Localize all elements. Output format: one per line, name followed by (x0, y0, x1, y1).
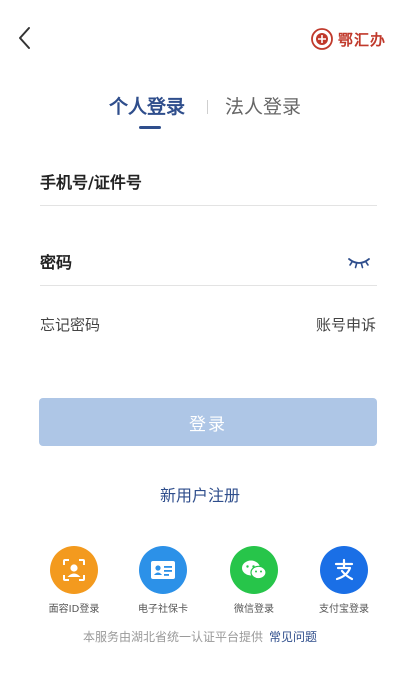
wechat-icon (230, 546, 278, 594)
footer-text: 本服务由湖北省统一认证平台提供 (82, 630, 263, 644)
tab-personal-login[interactable]: 个人登录 (109, 92, 185, 119)
forgot-password-link[interactable]: 忘记密码 (40, 314, 100, 335)
password-field-container (40, 240, 377, 286)
id-card-icon (139, 546, 187, 594)
phone-id-input[interactable] (40, 160, 377, 205)
footer-notice: 本服务由湖北省统一认证平台提供 常见问题 (0, 628, 400, 645)
wechat-login-label: 微信登录 (234, 604, 274, 615)
eye-closed-icon[interactable] (347, 254, 371, 270)
faq-link[interactable]: 常见问题 (269, 630, 317, 644)
alipay-icon (320, 546, 368, 594)
login-button[interactable]: 登录 (39, 398, 377, 446)
face-id-icon (50, 546, 98, 594)
social-security-card-label: 电子社保卡 (138, 604, 188, 615)
face-id-login-label: 面容ID登录 (48, 604, 100, 615)
brand: 鄂汇办 (311, 26, 386, 52)
alipay-login-button[interactable]: 支付宝登录 (304, 546, 384, 615)
social-security-card-button[interactable]: 电子社保卡 (123, 546, 203, 615)
brand-name: 鄂汇办 (337, 30, 386, 49)
tab-divider (207, 100, 208, 114)
login-type-tabs: 个人登录 法人登录 (0, 92, 400, 136)
tab-legal-login[interactable]: 法人登录 (225, 92, 301, 119)
face-id-login-button[interactable]: 面容ID登录 (34, 546, 114, 615)
alternative-login-options: 面容ID登录 电子社保卡 微信登录 支付宝登录 (0, 546, 400, 616)
password-input[interactable] (40, 240, 377, 285)
top-bar: 鄂汇办 (0, 0, 400, 72)
wechat-login-button[interactable]: 微信登录 (214, 546, 294, 615)
account-appeal-link[interactable]: 账号申诉 (316, 314, 376, 335)
brand-logo-icon (311, 28, 333, 50)
back-button[interactable] (10, 22, 42, 54)
active-tab-indicator (139, 126, 161, 129)
register-link[interactable]: 新用户注册 (0, 482, 400, 506)
alipay-login-label: 支付宝登录 (319, 604, 369, 615)
auxiliary-links: 忘记密码 账号申诉 (40, 314, 376, 338)
chevron-left-icon (19, 27, 30, 49)
phone-field-container (40, 160, 377, 206)
